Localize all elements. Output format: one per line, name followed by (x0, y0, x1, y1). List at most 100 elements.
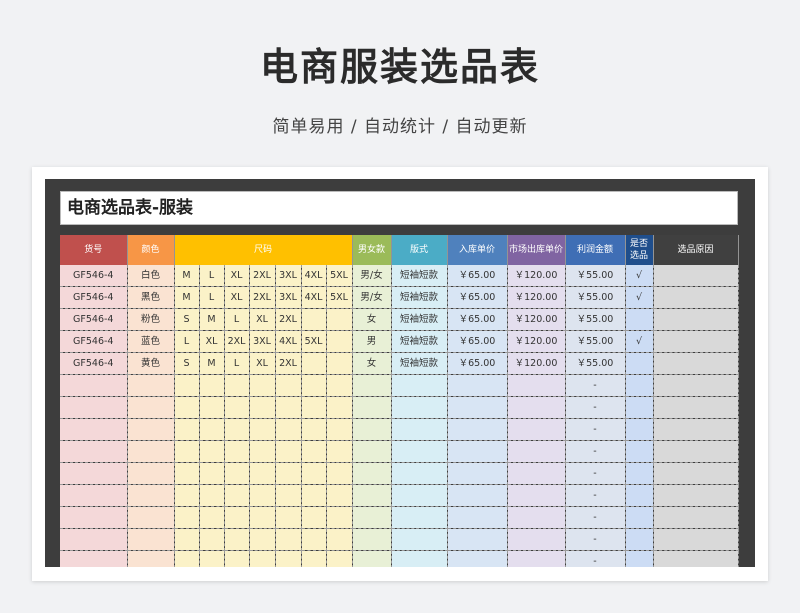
cell-size[interactable]: S (174, 352, 200, 375)
cell-size[interactable]: 3XL (275, 286, 302, 309)
cell-gender[interactable] (352, 396, 392, 419)
cell-size[interactable] (326, 550, 353, 567)
cell-gender[interactable] (352, 506, 392, 529)
cell-profit[interactable]: ￥55.00 (565, 308, 626, 331)
header-profit[interactable]: 利润金额 (565, 235, 626, 265)
cell-size[interactable] (224, 506, 250, 529)
cell-size[interactable] (224, 374, 250, 397)
cell-size[interactable]: L (199, 286, 225, 309)
cell-size[interactable] (275, 374, 302, 397)
cell-gender[interactable] (352, 374, 392, 397)
cell-cost[interactable] (447, 440, 508, 463)
cell-color[interactable] (127, 440, 175, 463)
cell-size[interactable] (326, 506, 353, 529)
cell-size[interactable] (224, 462, 250, 485)
cell-id[interactable] (60, 528, 128, 551)
cell-gender[interactable]: 女 (352, 352, 392, 375)
cell-size[interactable] (199, 484, 225, 507)
cell-size[interactable]: L (224, 352, 250, 375)
cell-picked[interactable] (625, 374, 654, 397)
cell-cost[interactable]: ￥65.00 (447, 308, 508, 331)
cell-size[interactable] (249, 418, 276, 441)
cell-profit[interactable]: ￥55.00 (565, 265, 626, 287)
cell-size[interactable] (301, 396, 327, 419)
cell-id[interactable] (60, 506, 128, 529)
cell-id[interactable] (60, 418, 128, 441)
cell-market-price[interactable]: ￥120.00 (507, 286, 566, 309)
cell-size[interactable] (301, 462, 327, 485)
sheet-title[interactable]: 电商选品表-服装 (60, 191, 738, 225)
cell-market-price[interactable] (507, 462, 566, 485)
cell-size[interactable] (326, 418, 353, 441)
cell-profit[interactable]: - (565, 528, 626, 551)
cell-id[interactable] (60, 396, 128, 419)
cell-id[interactable]: GF546-4 (60, 265, 128, 287)
cell-size[interactable] (199, 396, 225, 419)
cell-size[interactable] (174, 396, 200, 419)
cell-size[interactable]: 2XL (224, 330, 250, 353)
cell-cost[interactable]: ￥65.00 (447, 265, 508, 287)
cell-size[interactable] (199, 374, 225, 397)
cell-market-price[interactable] (507, 396, 566, 419)
cell-color[interactable] (127, 396, 175, 419)
header-cost[interactable]: 入库单价 (447, 235, 508, 265)
cell-profit[interactable]: - (565, 484, 626, 507)
cell-profit[interactable]: - (565, 462, 626, 485)
cell-size[interactable]: XL (224, 286, 250, 309)
cell-cost[interactable] (447, 528, 508, 551)
cell-size[interactable]: XL (224, 265, 250, 287)
header-style[interactable]: 版式 (391, 235, 448, 265)
cell-color[interactable]: 粉色 (127, 308, 175, 331)
cell-size[interactable] (275, 550, 302, 567)
cell-gender[interactable] (352, 440, 392, 463)
cell-color[interactable] (127, 374, 175, 397)
cell-market-price[interactable] (507, 550, 566, 567)
cell-size[interactable] (326, 308, 353, 331)
cell-size[interactable] (326, 396, 353, 419)
header-market-price[interactable]: 市场出库单价 (507, 235, 566, 265)
header-id[interactable]: 货号 (60, 235, 128, 265)
cell-market-price[interactable]: ￥120.00 (507, 330, 566, 353)
cell-size[interactable] (301, 418, 327, 441)
cell-market-price[interactable] (507, 484, 566, 507)
cell-reason[interactable] (653, 308, 739, 331)
cell-reason[interactable] (653, 286, 739, 309)
cell-size[interactable] (301, 484, 327, 507)
cell-size[interactable] (224, 550, 250, 567)
cell-size[interactable] (199, 440, 225, 463)
cell-style[interactable] (391, 528, 448, 551)
cell-size[interactable] (199, 550, 225, 567)
cell-size[interactable]: 5XL (326, 286, 353, 309)
cell-market-price[interactable]: ￥120.00 (507, 352, 566, 375)
cell-size[interactable]: 2XL (249, 265, 276, 287)
cell-size[interactable] (326, 440, 353, 463)
cell-style[interactable] (391, 374, 448, 397)
cell-profit[interactable]: ￥55.00 (565, 330, 626, 353)
cell-gender[interactable] (352, 550, 392, 567)
cell-size[interactable] (174, 550, 200, 567)
cell-style[interactable] (391, 396, 448, 419)
header-picked[interactable]: 是否选品 (625, 235, 654, 265)
cell-size[interactable] (326, 484, 353, 507)
cell-style[interactable]: 短袖短款 (391, 352, 448, 375)
cell-color[interactable] (127, 506, 175, 529)
cell-size[interactable] (224, 528, 250, 551)
cell-size[interactable] (326, 462, 353, 485)
cell-size[interactable]: M (174, 265, 200, 287)
cell-style[interactable]: 短袖短款 (391, 330, 448, 353)
cell-market-price[interactable] (507, 528, 566, 551)
cell-market-price[interactable] (507, 418, 566, 441)
cell-size[interactable] (301, 352, 327, 375)
cell-size[interactable] (199, 528, 225, 551)
cell-size[interactable] (224, 396, 250, 419)
cell-gender[interactable] (352, 484, 392, 507)
cell-id[interactable]: GF546-4 (60, 330, 128, 353)
cell-picked[interactable]: √ (625, 330, 654, 353)
cell-reason[interactable] (653, 374, 739, 397)
cell-cost[interactable]: ￥65.00 (447, 330, 508, 353)
cell-size[interactable] (249, 528, 276, 551)
cell-size[interactable]: XL (249, 352, 276, 375)
cell-size[interactable] (249, 484, 276, 507)
cell-size[interactable]: L (174, 330, 200, 353)
cell-size[interactable] (326, 374, 353, 397)
